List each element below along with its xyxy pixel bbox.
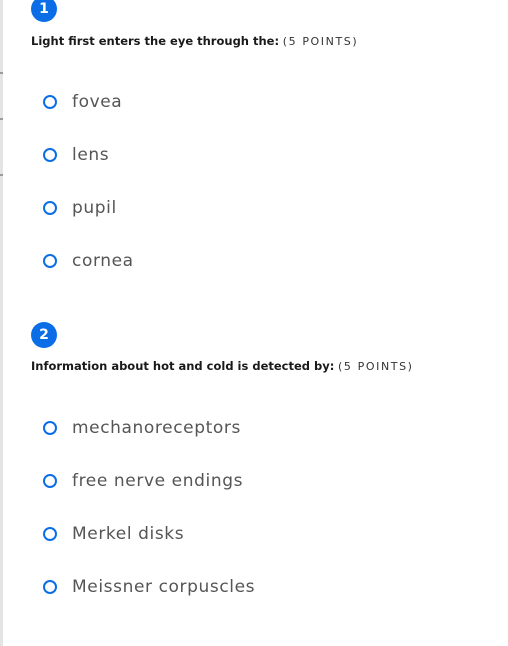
answer-option[interactable]: pupil — [43, 196, 117, 220]
answer-option[interactable]: free nerve endings — [43, 469, 243, 493]
answer-option[interactable]: fovea — [43, 90, 122, 114]
radio-unchecked-icon[interactable] — [43, 148, 57, 162]
answer-option[interactable]: mechanoreceptors — [43, 416, 241, 440]
answer-option[interactable]: Merkel disks — [43, 522, 184, 546]
window-left-edge — [0, 0, 3, 646]
answer-option-label: Meissner corpuscles — [72, 577, 256, 597]
answer-option-label: Merkel disks — [72, 524, 185, 544]
answer-option[interactable]: Meissner corpuscles — [43, 575, 255, 599]
answer-option[interactable]: cornea — [43, 249, 134, 273]
question-title: Light first enters the eye through the: — [31, 34, 280, 48]
answer-option-label: pupil — [72, 198, 117, 218]
radio-unchecked-icon[interactable] — [43, 474, 57, 488]
answer-option-label: free nerve endings — [72, 471, 244, 491]
question-text: Information about hot and cold is detect… — [31, 359, 414, 373]
radio-unchecked-icon[interactable] — [43, 201, 57, 215]
edge-tick — [0, 72, 3, 74]
answer-option-label: mechanoreceptors — [72, 418, 241, 438]
answer-option-label: lens — [72, 145, 110, 165]
question-number-badge: 1 — [31, 0, 57, 22]
radio-unchecked-icon[interactable] — [43, 95, 57, 109]
question-points: (5 POINTS) — [282, 35, 359, 48]
edge-tick — [0, 174, 3, 176]
question-title: Information about hot and cold is detect… — [31, 359, 335, 373]
answer-option-label: fovea — [72, 92, 123, 112]
radio-unchecked-icon[interactable] — [43, 527, 57, 541]
question-1: 1 Light first enters the eye through the… — [31, 0, 491, 290]
question-number-badge: 2 — [31, 322, 57, 348]
question-points: (5 POINTS) — [338, 360, 414, 373]
radio-unchecked-icon[interactable] — [43, 421, 57, 435]
question-text: Light first enters the eye through the: … — [31, 34, 358, 48]
edge-tick — [0, 118, 3, 120]
radio-unchecked-icon[interactable] — [43, 254, 57, 268]
question-2: 2 Information about hot and cold is dete… — [31, 322, 491, 622]
radio-unchecked-icon[interactable] — [43, 580, 57, 594]
answer-option-label: cornea — [72, 251, 134, 271]
answer-option[interactable]: lens — [43, 143, 109, 167]
